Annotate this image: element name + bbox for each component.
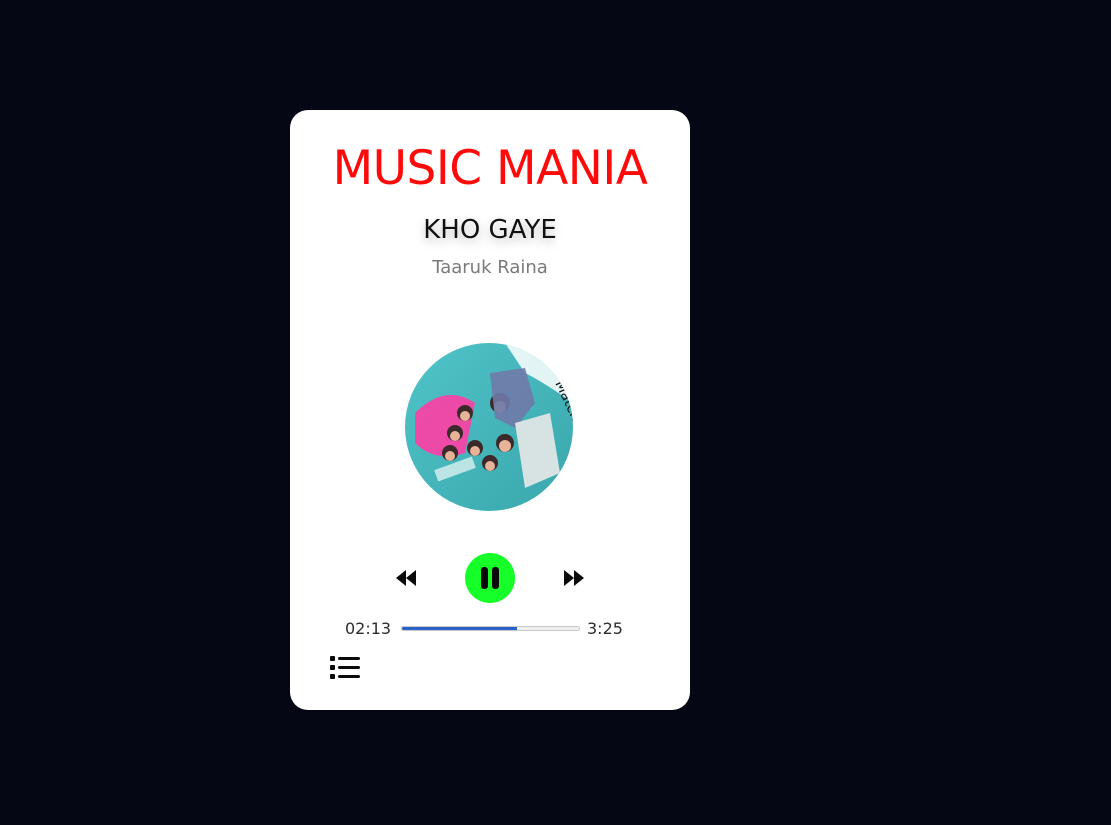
playlist-button[interactable] [330,655,360,679]
progress-fill [402,627,517,630]
pause-icon [481,567,499,589]
fast-forward-button[interactable] [560,566,588,590]
list-icon [330,656,360,679]
current-time: 02:13 [345,619,392,638]
rewind-icon [396,570,416,586]
artist-name: Taaruk Raina [432,257,548,278]
rewind-button[interactable] [392,566,420,590]
album-cover: Matchi [405,343,573,511]
play-pause-button[interactable] [465,553,515,603]
fast-forward-icon [564,570,584,586]
song-title: KHO GAYE [423,215,557,245]
duration: 3:25 [587,619,623,638]
progress-bar[interactable] [401,626,580,631]
app-title: MUSIC MANIA [332,141,648,196]
album-cover-art: Matchi [405,343,573,511]
